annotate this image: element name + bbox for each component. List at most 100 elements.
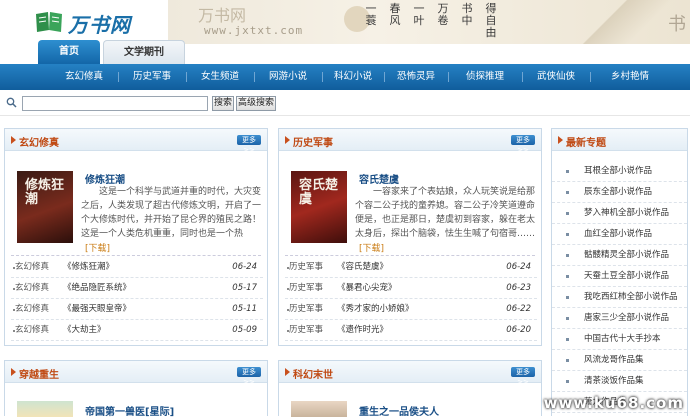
panel-title: 最新专题: [566, 138, 606, 149]
nav-item-zhentan[interactable]: 侦探推理: [448, 64, 522, 90]
topic-item-label[interactable]: 梦入神机全部小说作品: [584, 203, 669, 224]
panel-header: 历史军事 更多>>: [279, 129, 541, 154]
nav-item-wangyou[interactable]: 网游小说: [254, 64, 322, 90]
top-tabs: 首页 文学期刊: [0, 40, 690, 64]
list-item-date: 06-24: [232, 262, 257, 272]
footer-watermark: www.ku68.com: [543, 394, 684, 412]
topic-item[interactable]: 中国古代十大手抄本: [552, 329, 687, 350]
more-button[interactable]: 更多>>: [511, 135, 535, 154]
topic-item[interactable]: 我吃西红柿全部小说作品: [552, 287, 687, 308]
topic-item-label[interactable]: 风流龙哥作品集: [584, 350, 644, 371]
site-header: 万书网 万书网 www.jxtxt.com 一蓑 春风 一叶 万卷 书中 得自由…: [0, 0, 690, 44]
topic-item-label[interactable]: 血红全部小说作品: [584, 224, 652, 245]
list-item-category: 玄幻修真: [15, 325, 50, 335]
list-item-name[interactable]: 《秀才家的小娇娘》: [337, 299, 414, 320]
list-item-date: 06-23: [506, 283, 531, 293]
book-cover[interactable]: 修炼狂潮: [17, 171, 73, 243]
topic-item-label[interactable]: 天蚕土豆全部小说作品: [584, 266, 669, 287]
topic-item[interactable]: 血红全部小说作品: [552, 224, 687, 245]
list-item-date: 06-24: [506, 262, 531, 272]
advanced-search-button[interactable]: 高级搜索: [236, 96, 276, 111]
list-item-name[interactable]: 《绝品隐匠系统》: [63, 278, 131, 299]
poem-column: 一蓑: [365, 2, 377, 27]
topic-item[interactable]: 耳根全部小说作品: [552, 161, 687, 182]
search-button[interactable]: 搜索: [212, 96, 234, 111]
more-button[interactable]: 更多>>: [237, 367, 261, 386]
download-link[interactable]: [下载]: [85, 241, 110, 254]
topic-item[interactable]: 风流龙哥作品集: [552, 350, 687, 371]
nav-item-xuanhuan[interactable]: 玄幻修真: [50, 64, 118, 90]
nav-item-nvsheng[interactable]: 女生频道: [186, 64, 254, 90]
arrow-icon: [285, 368, 290, 376]
list-item-category: 历史军事: [289, 325, 324, 335]
arrow-icon: [11, 368, 16, 376]
list-item-name[interactable]: 《遗作时光》: [337, 320, 388, 341]
poem-column: 一叶: [413, 2, 425, 27]
download-link[interactable]: [下载]: [359, 241, 384, 254]
featured-book-title[interactable]: 容氏楚虞: [359, 171, 399, 186]
nav-item-xiangcun[interactable]: 乡村艳情: [590, 64, 670, 90]
nav-item-kongbu[interactable]: 恐怖灵异: [384, 64, 448, 90]
nav-item-wuxia[interactable]: 武侠仙侠: [522, 64, 590, 90]
topic-item-label[interactable]: 骷髅精灵全部小说作品: [584, 245, 669, 266]
more-button[interactable]: 更多>>: [237, 135, 261, 154]
list-item[interactable]: 历史军事 《秀才家的小娇娘》 06-22: [285, 299, 537, 320]
site-logo[interactable]: 万书网: [34, 6, 144, 38]
panel-title: 历史军事: [293, 138, 333, 149]
book-logo-icon: [36, 12, 62, 32]
list-item[interactable]: 玄幻修真 《大劫主》 05-09: [11, 320, 263, 341]
book-list: 历史军事 《容氏楚虞》 06-24 历史军事 《暴君心尖宠》 06-23 历史军…: [285, 257, 537, 341]
list-item[interactable]: 玄幻修真 《绝品隐匠系统》 05-17: [11, 278, 263, 299]
topic-item-label[interactable]: 辰东全部小说作品: [584, 182, 652, 203]
list-item-name[interactable]: 《最强天眼皇帝》: [63, 299, 131, 320]
featured-book-title[interactable]: 修炼狂潮: [85, 171, 125, 186]
topic-item[interactable]: 辰东全部小说作品: [552, 182, 687, 203]
topic-item-label[interactable]: 我吃西红柿全部小说作品: [584, 287, 678, 308]
panel-title: 科幻末世: [293, 370, 333, 381]
list-item[interactable]: 历史军事 《容氏楚虞》 06-24: [285, 257, 537, 278]
topic-item[interactable]: 清茶淡饭作品集: [552, 371, 687, 392]
panel-header: 穿越重生 更多>>: [5, 361, 267, 386]
list-item[interactable]: 历史军事 《遗作时光》 06-20: [285, 320, 537, 341]
book-cover[interactable]: 容氏楚虞: [291, 171, 347, 243]
topic-item[interactable]: 梦入神机全部小说作品: [552, 203, 687, 224]
topic-item-label[interactable]: 清茶淡饭作品集: [584, 371, 644, 392]
more-button[interactable]: 更多>>: [511, 367, 535, 386]
topic-item[interactable]: 唐家三少全部小说作品: [552, 308, 687, 329]
panel-zhuanti: 最新专题 耳根全部小说作品 辰东全部小说作品 梦入神机全部小说作品 血红全部小说…: [551, 128, 688, 416]
list-item[interactable]: 玄幻修真 《修炼狂潮》 06-24: [11, 257, 263, 278]
tab-literary-journals[interactable]: 文学期刊: [103, 40, 185, 64]
topic-item[interactable]: 骷髅精灵全部小说作品: [552, 245, 687, 266]
panel-xuanhuan: 玄幻修真 更多>> 修炼狂潮 修炼狂潮 这是一个科学与武道并重的时代，大灾变之后…: [4, 128, 268, 346]
topic-item-label[interactable]: 唐家三少全部小说作品: [584, 308, 669, 329]
topic-item-label[interactable]: 耳根全部小说作品: [584, 161, 652, 182]
list-item-name[interactable]: 《容氏楚虞》: [337, 257, 388, 278]
arrow-icon: [558, 136, 563, 144]
bullet-icon: [566, 170, 569, 173]
book-cover[interactable]: [291, 401, 347, 417]
list-item-category: 历史军事: [289, 304, 324, 314]
poem-column: 得自由: [485, 2, 497, 39]
header-banner: 万书网 www.jxtxt.com 一蓑 春风 一叶 万卷 书中 得自由 书: [168, 0, 690, 44]
list-item[interactable]: 玄幻修真 《最强天眼皇帝》 05-11: [11, 299, 263, 320]
list-item-category: 历史军事: [289, 262, 324, 272]
list-item-category: 玄幻修真: [15, 262, 50, 272]
panel-kehuan: 科幻末世 更多>> 重生之一品侯夫人: [278, 360, 542, 418]
topic-item[interactable]: 天蚕土豆全部小说作品: [552, 266, 687, 287]
search-icon: [6, 97, 17, 108]
list-item-name[interactable]: 《暴君心尖宠》: [337, 278, 397, 299]
nav-item-kehuan[interactable]: 科幻小说: [322, 64, 384, 90]
list-item-date: 05-17: [232, 283, 257, 293]
panel-header: 最新专题: [552, 129, 687, 151]
list-item-name[interactable]: 《修炼狂潮》: [63, 257, 114, 278]
topic-item-label[interactable]: 中国古代十大手抄本: [584, 329, 661, 350]
search-input[interactable]: [22, 96, 208, 111]
bullet-icon: [566, 275, 569, 278]
nav-item-lishi[interactable]: 历史军事: [118, 64, 186, 90]
list-item-name[interactable]: 《大劫主》: [63, 320, 106, 341]
list-item[interactable]: 历史军事 《暴君心尖宠》 06-23: [285, 278, 537, 299]
category-nav: 玄幻修真 历史军事 女生频道 网游小说 科幻小说 恐怖灵异 侦探推理 武侠仙侠 …: [0, 64, 690, 90]
tab-home[interactable]: 首页: [38, 40, 100, 64]
book-cover[interactable]: [17, 401, 73, 417]
logo-text: 万书网: [68, 13, 131, 37]
